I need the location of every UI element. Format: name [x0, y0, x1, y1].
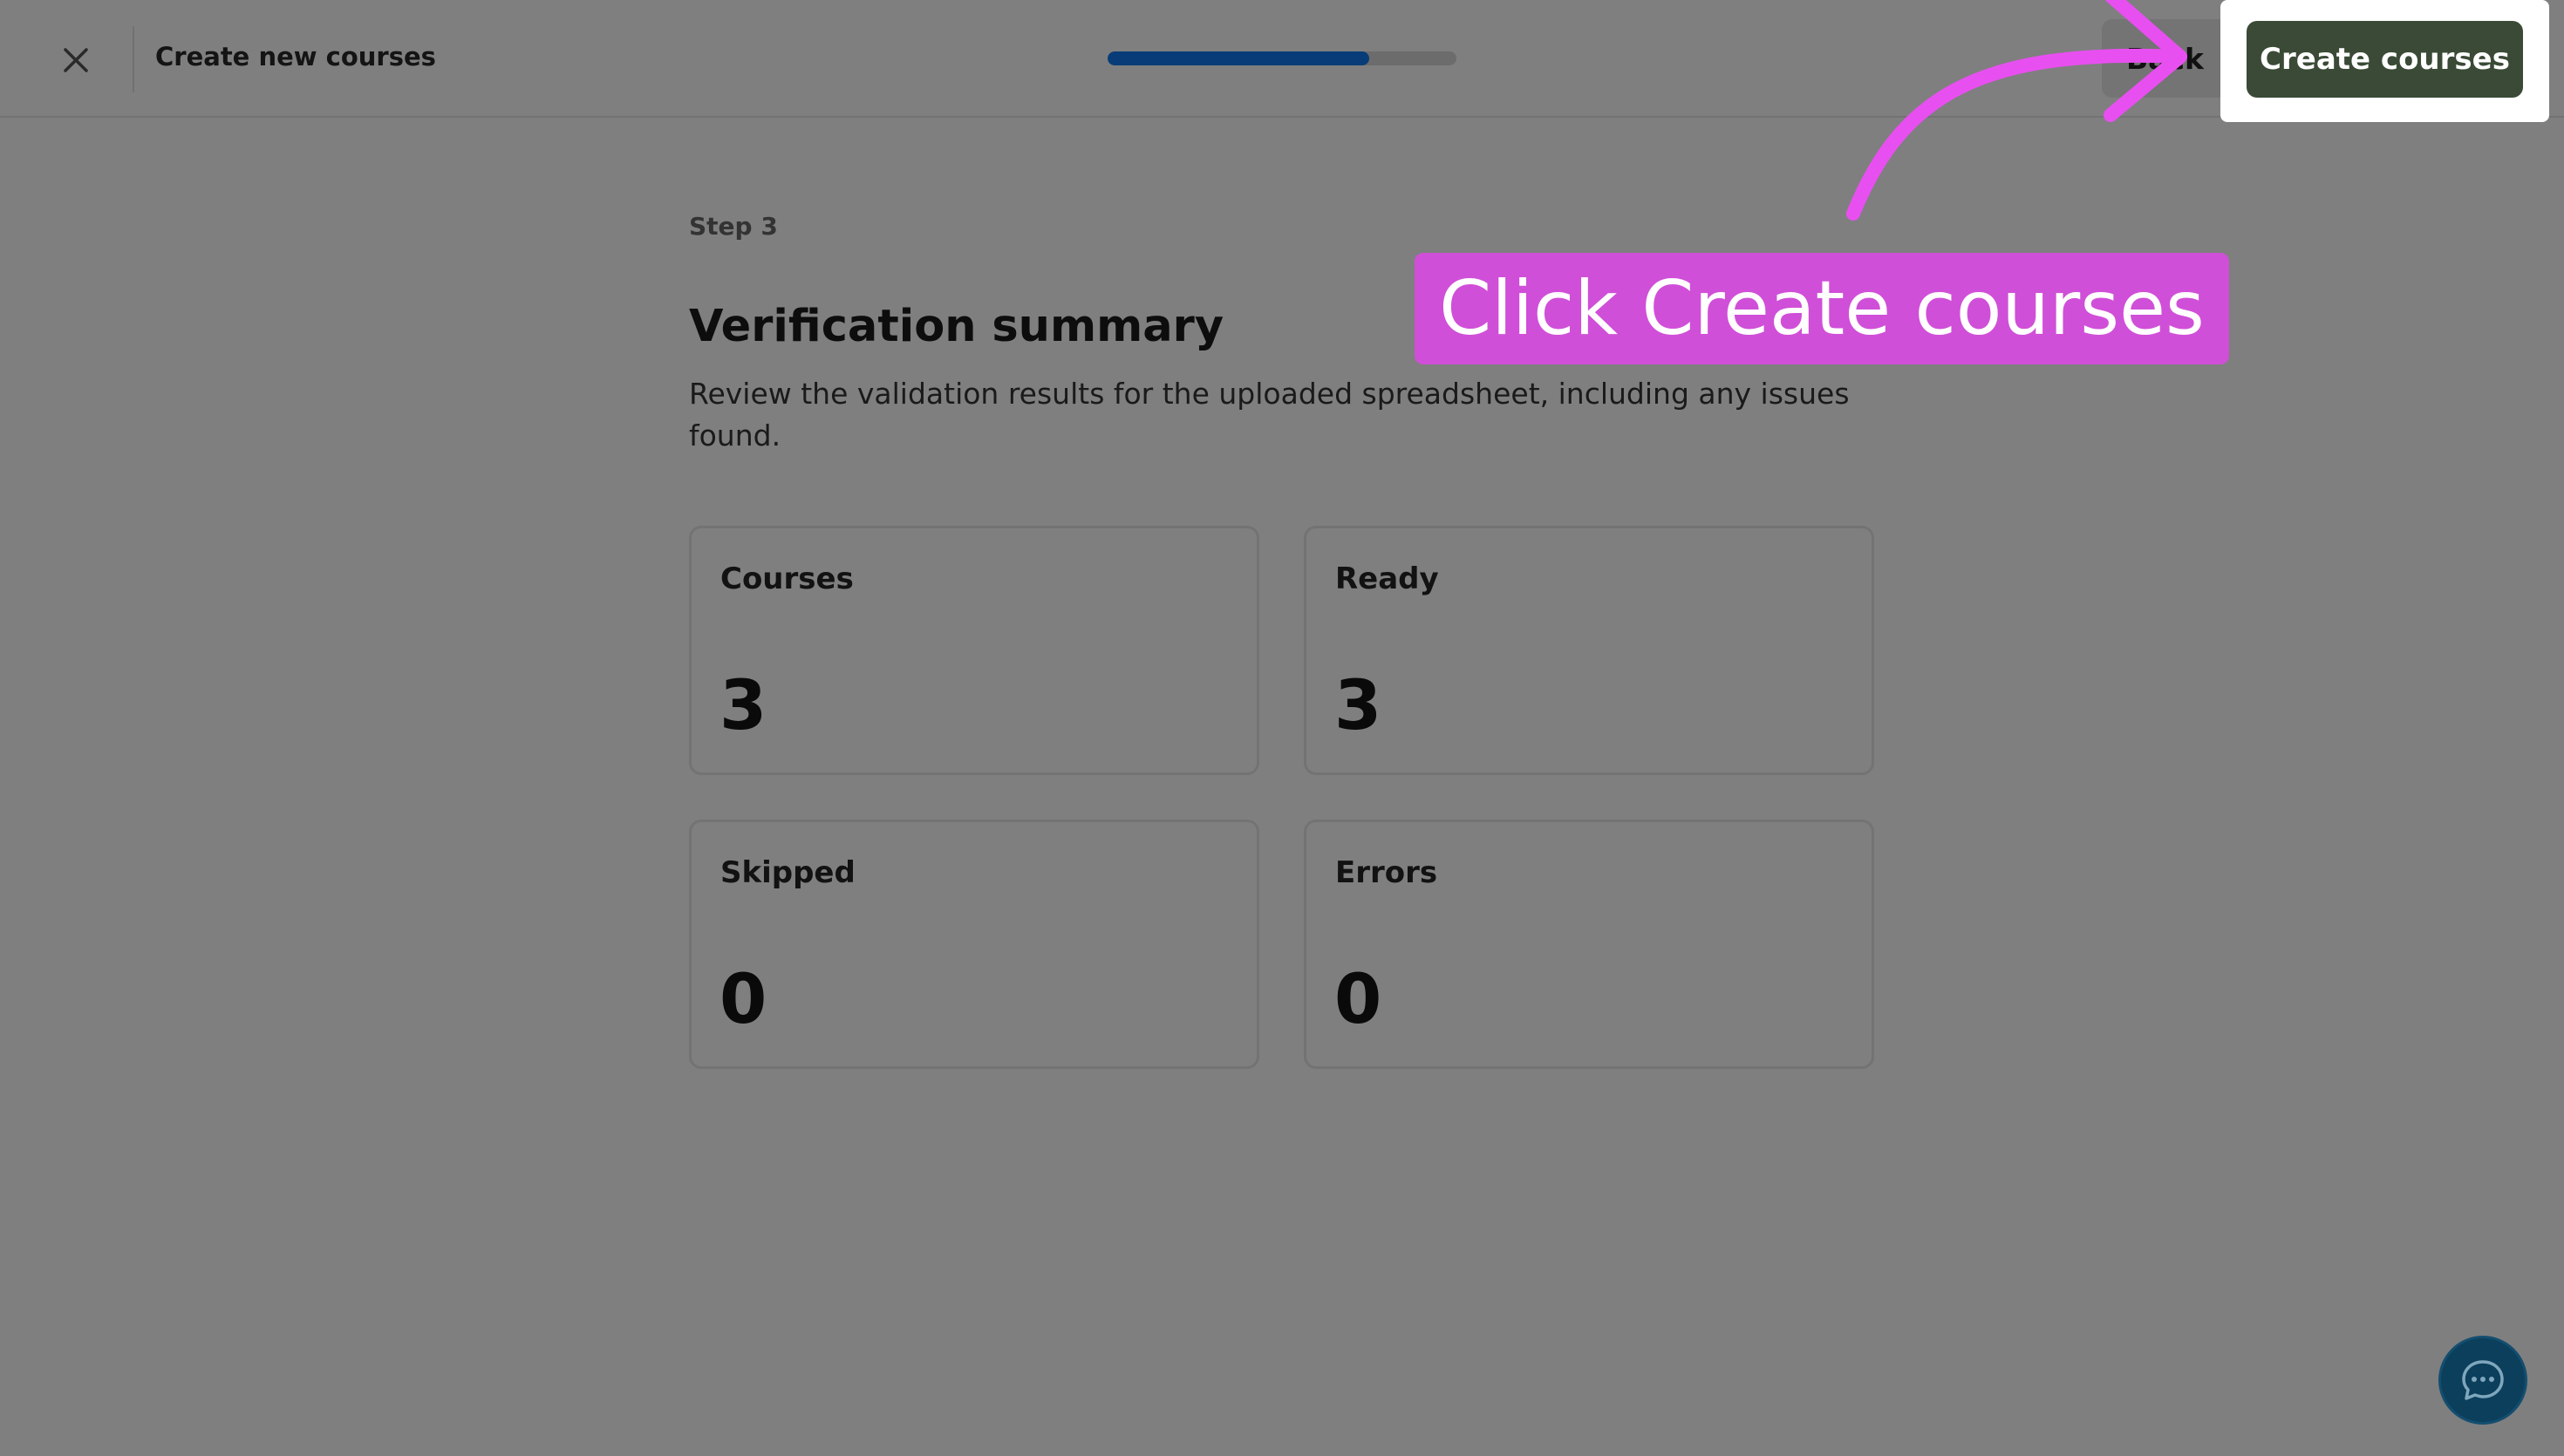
- page-header-title: Create new courses: [155, 42, 436, 71]
- stat-card-errors: Errors 0: [1304, 820, 1874, 1069]
- annotation-callout: Click Create courses: [1415, 253, 2229, 364]
- page-description: Review the validation results for the up…: [689, 377, 1850, 452]
- stat-value: 3: [719, 667, 767, 745]
- close-icon: [64, 48, 88, 72]
- stat-card-skipped: Skipped 0: [689, 820, 1259, 1069]
- create-courses-button[interactable]: Create courses: [2247, 21, 2523, 98]
- progress-bar-fill: [1108, 51, 1369, 65]
- page-title: Verification summary: [689, 301, 1224, 352]
- progress-bar: [1108, 51, 1456, 65]
- stat-card-courses: Courses 3: [689, 526, 1259, 775]
- chat-bubble-icon: [2462, 1360, 2504, 1400]
- header-divider: [133, 26, 134, 92]
- stat-value: 3: [1334, 667, 1382, 745]
- stat-card-ready: Ready 3: [1304, 526, 1874, 775]
- close-button[interactable]: [54, 38, 98, 82]
- stat-label: Courses: [720, 561, 854, 596]
- stat-label: Errors: [1335, 855, 1438, 890]
- annotation-arrow-icon: [1846, 0, 2187, 221]
- chat-button[interactable]: [2438, 1336, 2527, 1425]
- stat-label: Ready: [1335, 561, 1439, 596]
- stat-value: 0: [1334, 961, 1382, 1039]
- step-label: Step 3: [689, 212, 778, 241]
- stat-value: 0: [719, 961, 767, 1039]
- stat-label: Skipped: [720, 855, 856, 890]
